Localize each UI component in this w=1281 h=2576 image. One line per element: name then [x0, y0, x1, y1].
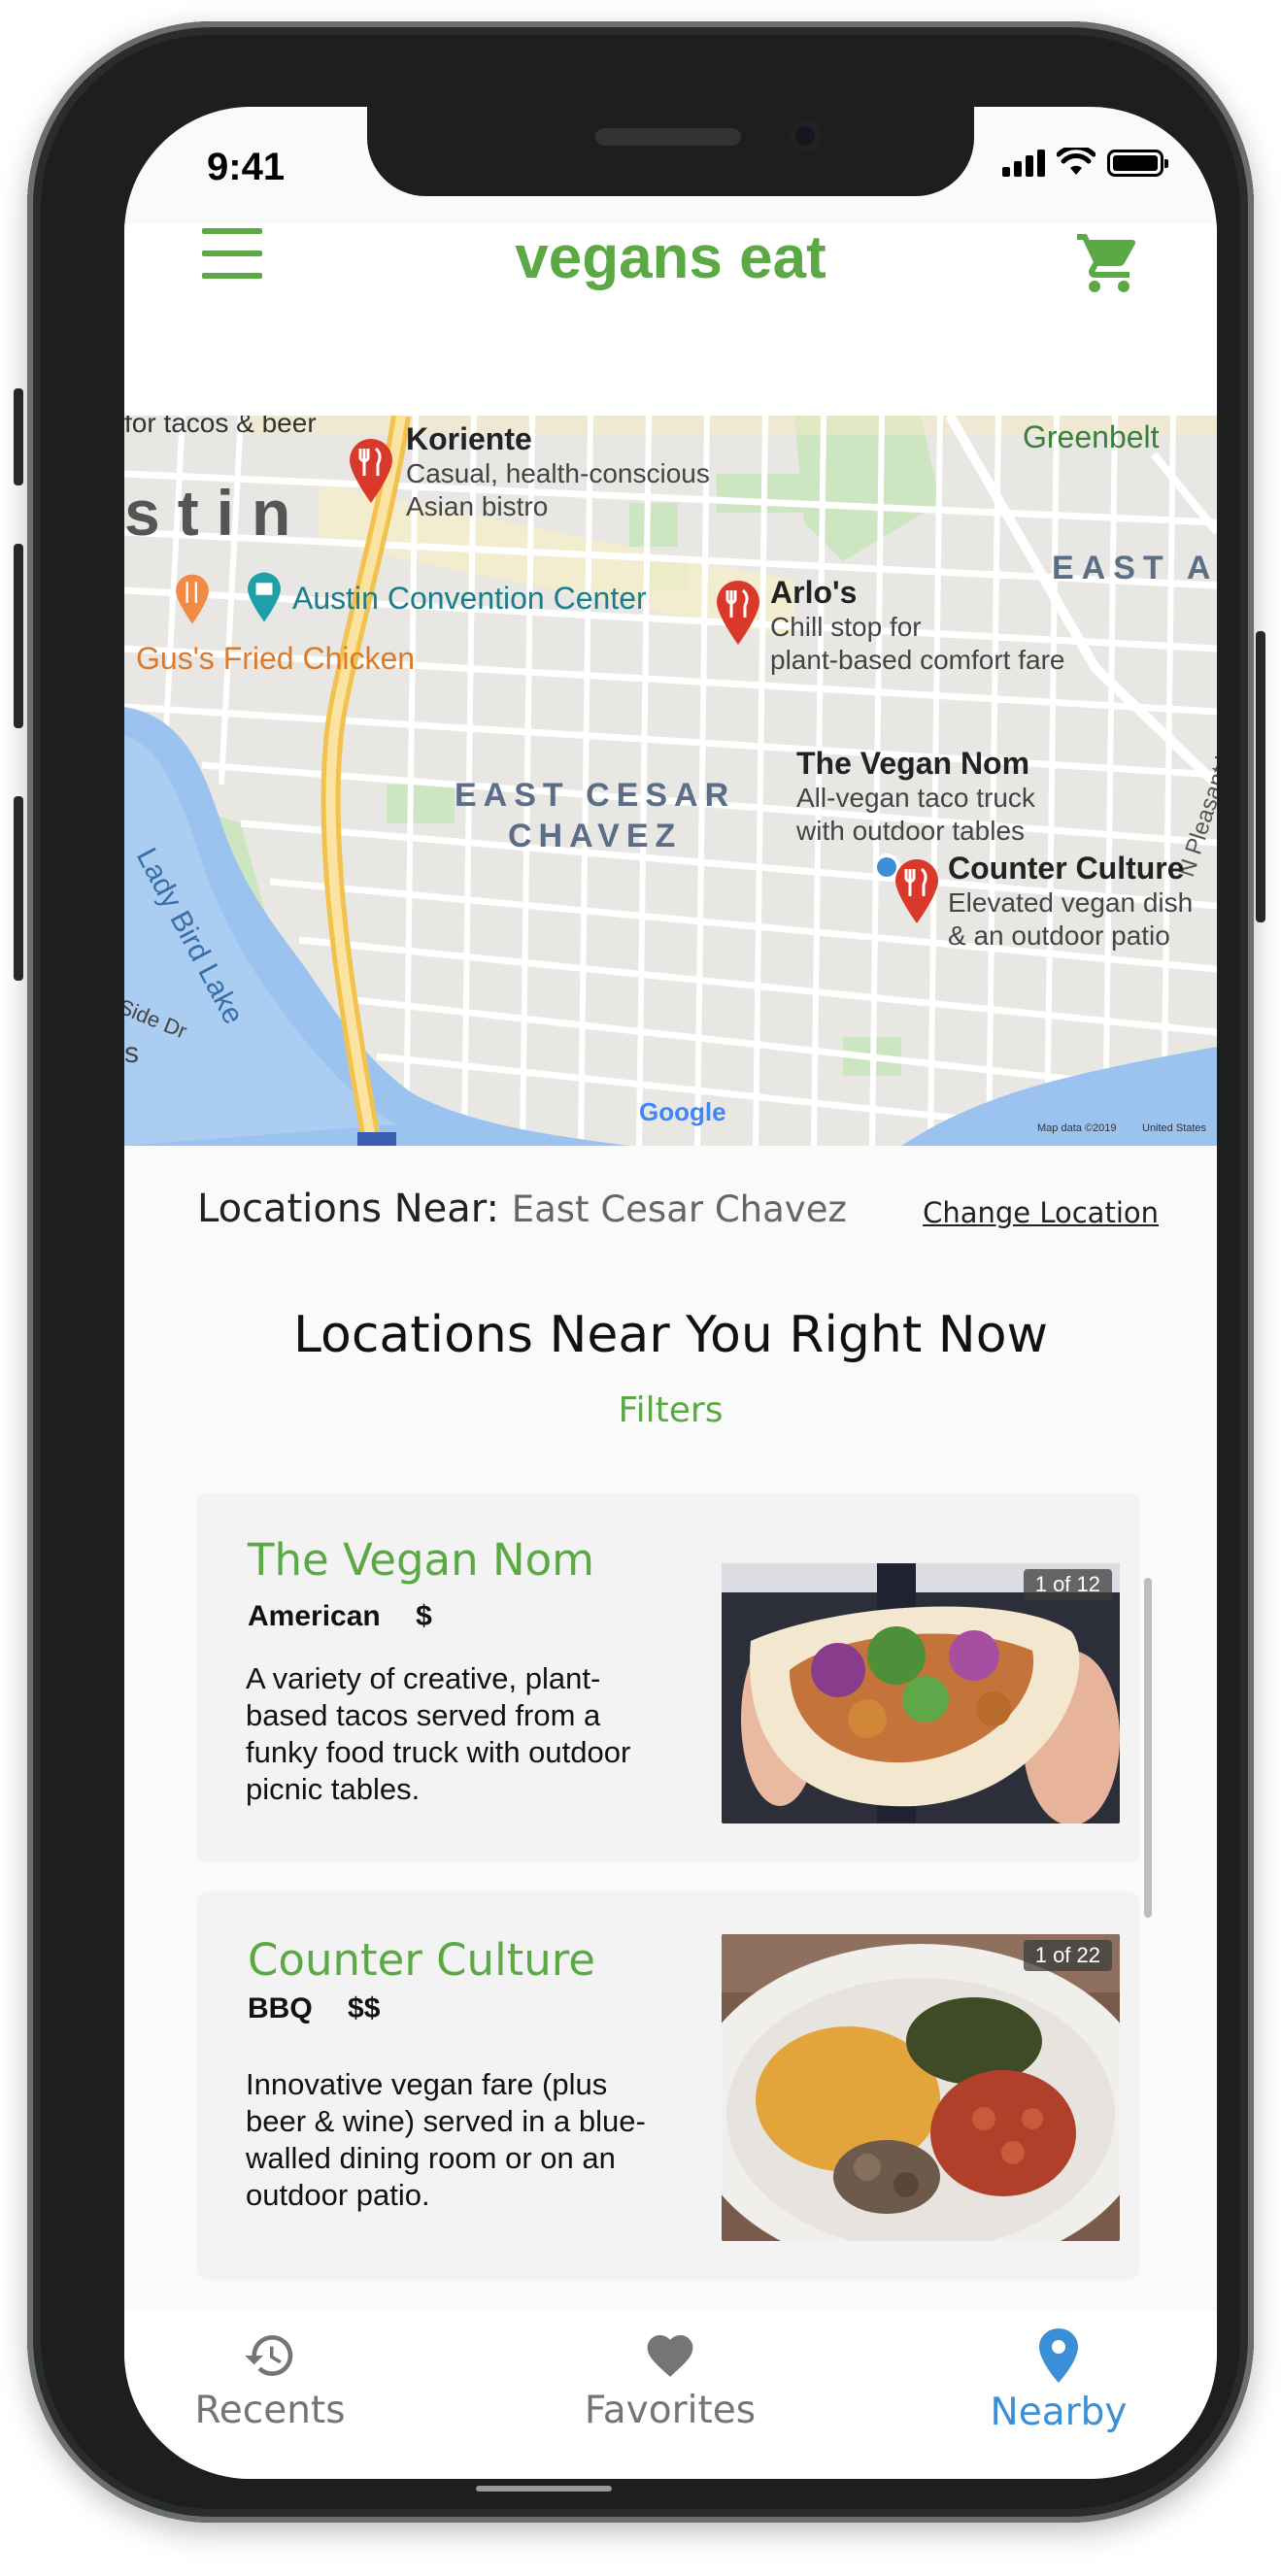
restaurant-price: $$	[348, 1992, 381, 2024]
bottom-nav: Recents Favorites Nearby	[124, 2311, 1217, 2479]
map-place-desc: All-vegan taco truck	[796, 783, 1035, 813]
restaurant-name: The Vegan Nom	[248, 1534, 594, 1586]
side-button-left-top	[14, 388, 23, 485]
map-place-desc: Elevated vegan dish	[948, 887, 1194, 918]
google-logo: Google	[639, 1097, 726, 1126]
map-label-greenbelt: Greenbelt	[1023, 419, 1160, 454]
change-location-link[interactable]: Change Location	[923, 1196, 1159, 1229]
map-attribution: Map data ©2019	[1037, 1122, 1117, 1134]
map-place-name: Counter Culture	[948, 851, 1185, 886]
nav-nearby[interactable]: Nearby	[913, 2311, 1204, 2434]
map-label-tacos: for tacos & beer	[124, 416, 317, 438]
history-icon	[245, 2335, 293, 2376]
app-screen: 9:41 vegans eat for tacos & beer stin Gr…	[124, 107, 1217, 2479]
map-label-s: s	[124, 1037, 139, 1069]
map-place-desc: & an outdoor patio	[948, 920, 1170, 951]
restaurant-cuisine: BBQ	[248, 1992, 313, 2024]
location-row: Locations Near: East Cesar Chavez Change…	[197, 1187, 1159, 1245]
side-button-left-middle	[14, 544, 23, 728]
nav-label: Recents	[194, 2389, 346, 2432]
locations-near-value: East Cesar Chavez	[511, 1188, 847, 1230]
bbq-plate-photo-image	[722, 1934, 1120, 2241]
restaurant-meta: American $	[248, 1600, 459, 1633]
map-label-district-1: EAST CESAR	[455, 777, 736, 814]
filters-button[interactable]: Filters	[124, 1390, 1217, 1430]
restaurant-description: Innovative vegan fare (plus beer & wine)…	[246, 2067, 646, 2212]
cart-icon[interactable]	[1074, 228, 1144, 298]
map-label-district-2: CHAVEZ	[508, 818, 683, 854]
locations-near: Locations Near: East Cesar Chavez	[197, 1187, 847, 1231]
home-indicator	[476, 2486, 612, 2492]
notch	[367, 107, 974, 196]
restaurant-pin-icon[interactable]	[892, 857, 942, 925]
map-label-east-austin: EAST A	[1052, 550, 1217, 586]
restaurant-price: $	[416, 1600, 432, 1632]
map-place-name: Koriente	[406, 421, 532, 456]
cellular-signal-icon	[1002, 148, 1045, 177]
photo-count-badge: 1 of 22	[1023, 1940, 1112, 1971]
section-title: Locations Near You Right Now	[292, 1306, 1049, 1364]
restaurant-pin-icon[interactable]	[173, 573, 212, 625]
map-place-desc: with outdoor tables	[796, 816, 1026, 846]
restaurant-meta: BBQ $$	[248, 1992, 407, 2025]
restaurant-pin-icon[interactable]	[713, 579, 763, 647]
wifi-icon	[1057, 148, 1096, 175]
phone-frame: 9:41 vegans eat for tacos & beer stin Gr…	[27, 21, 1254, 2523]
locations-near-label: Locations Near:	[197, 1187, 499, 1231]
status-icons	[1002, 148, 1168, 177]
map-view[interactable]: for tacos & beer stin Greenbelt EAST A A…	[124, 416, 1217, 1146]
battery-icon	[1107, 150, 1168, 177]
restaurant-photo[interactable]: 1 of 12	[722, 1563, 1120, 1823]
speaker	[595, 128, 741, 146]
status-time: 9:41	[207, 146, 286, 188]
restaurant-pin-icon[interactable]	[346, 437, 396, 505]
restaurant-photo[interactable]: 1 of 22	[722, 1934, 1120, 2241]
nav-label: Nearby	[990, 2391, 1128, 2434]
map-attribution-country: United States	[1142, 1122, 1207, 1134]
map-place-desc: plant-based comfort fare	[770, 645, 1065, 675]
location-pin-icon	[1039, 2328, 1078, 2383]
restaurant-cuisine: American	[248, 1600, 381, 1632]
map-place-desc: Casual, health-conscious	[406, 458, 710, 488]
camera	[790, 120, 821, 151]
side-button-left-bottom	[14, 796, 23, 981]
nav-recents[interactable]: Recents	[124, 2311, 416, 2432]
photo-count-badge: 1 of 12	[1023, 1569, 1112, 1600]
nav-label: Favorites	[584, 2389, 757, 2432]
restaurant-card[interactable]: Counter Culture BBQ $$ Innovative vegan …	[197, 1891, 1139, 2280]
app-title: vegans eat	[515, 224, 826, 291]
scrollbar[interactable]	[1144, 1578, 1152, 1918]
map-place-desc: Asian bistro	[406, 491, 549, 521]
restaurant-card[interactable]: The Vegan Nom American $ A variety of cr…	[197, 1493, 1139, 1862]
map-label-gus: Gus's Fried Chicken	[136, 641, 416, 676]
heart-icon	[647, 2335, 693, 2377]
restaurant-description: A variety of creative, plant-based tacos…	[246, 1661, 631, 1806]
convention-center-icon[interactable]	[243, 571, 286, 623]
restaurant-name: Counter Culture	[248, 1934, 595, 1986]
map-place-name: Arlo's	[770, 575, 858, 610]
map-place-name: The Vegan Nom	[796, 746, 1030, 781]
taco-photo-image	[722, 1563, 1120, 1823]
side-button-right	[1256, 631, 1265, 922]
map-label-austin: stin	[124, 477, 309, 549]
map-place-desc: Chill stop for	[770, 612, 922, 642]
nav-favorites[interactable]: Favorites	[524, 2311, 816, 2432]
map-label-convention-center: Austin Convention Center	[292, 581, 647, 616]
